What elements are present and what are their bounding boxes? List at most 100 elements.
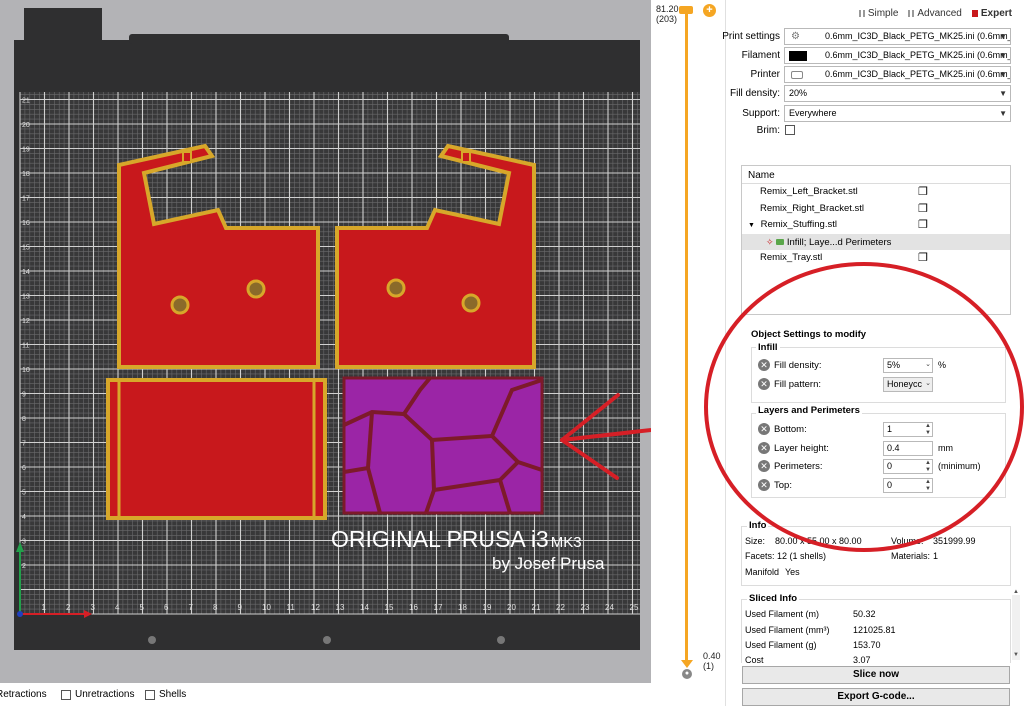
cube-settings-icon[interactable]: ❐	[918, 219, 930, 231]
sliced-value: 153.70	[853, 640, 881, 650]
chevron-down-icon: ▼	[999, 51, 1007, 60]
unretractions-checkbox[interactable]	[61, 689, 71, 700]
object-list[interactable]: Name Remix_Left_Bracket.stl ❐ Remix_Righ…	[741, 165, 1011, 315]
mode-simple[interactable]: Simple	[858, 8, 898, 19]
support-combo[interactable]: Everywhere ▼	[784, 105, 1011, 122]
bottom-layers-spinner[interactable]: 1 ▲ ▼	[883, 422, 933, 437]
x-tick-label: 17	[434, 603, 443, 612]
remove-setting-icon[interactable]: ✕	[758, 479, 770, 491]
legend-retractions[interactable]: Retractions	[0, 689, 47, 700]
brim-checkbox[interactable]	[785, 125, 795, 135]
fill-pattern-select[interactable]: Honeycc ⌄	[883, 377, 933, 392]
list-item[interactable]: Remix_Left_Bracket.stl ❐	[742, 184, 1010, 201]
spinner-arrows-icon[interactable]: ▲ ▼	[925, 423, 931, 436]
spinner-arrows-icon[interactable]: ▲ ▼	[925, 479, 931, 492]
slice-now-button[interactable]: Slice now	[742, 666, 1010, 684]
brim-row: Brim:	[726, 122, 1014, 139]
print-settings-combo[interactable]: ⚙ 0.6mm_IC3D_Black_PETG_MK25.ini (0.6mm_…	[784, 28, 1011, 45]
chevron-down-icon: ▼	[999, 32, 1007, 41]
fill-density-select[interactable]: 5% ⌄	[883, 358, 933, 373]
list-item[interactable]: ▼ Remix_Stuffing.stl ❐	[742, 217, 1010, 234]
chevron-down-icon: ▼	[999, 109, 1007, 118]
tray-part	[106, 378, 327, 520]
os-perimeters-row: ✕ Perimeters: 0 ▲ ▼ (minimum)	[758, 459, 1008, 475]
y-tick-label: 20	[22, 122, 30, 129]
printer-combo[interactable]: 0.6mm_IC3D_Black_PETG_MK25.ini (0.6mm_ ▼	[784, 66, 1011, 83]
x-tick-label: 25	[630, 603, 639, 612]
info-facets-value: 12 (1 shells)	[777, 551, 827, 561]
add-color-change-icon[interactable]: +	[703, 4, 716, 17]
os-bottom-row: ✕ Bottom: 1 ▲ ▼	[758, 422, 1008, 438]
filament-color-swatch	[789, 51, 807, 61]
print-settings-row: Print settings ⚙ 0.6mm_IC3D_Black_PETG_M…	[722, 28, 1014, 45]
x-tick-label: 6	[164, 603, 169, 612]
chevron-down-icon: ⌄	[925, 361, 931, 368]
info-materials-value: 1	[933, 551, 939, 561]
y-tick-label: 18	[22, 171, 30, 178]
legend-unretractions[interactable]: Unretractions	[61, 689, 134, 700]
x-tick-label: 24	[605, 603, 614, 612]
info-section: Info Size: 80.00 x 55.00 x 80.00 Volume:…	[741, 520, 1011, 586]
remove-setting-icon[interactable]: ✕	[758, 359, 770, 371]
export-gcode-button[interactable]: Export G-code...	[742, 688, 1010, 706]
x-tick-label: 15	[385, 603, 394, 612]
modifier-settings-icon: ✧	[766, 236, 774, 247]
y-tick-label: 13	[22, 294, 30, 301]
slider-bottom-handle[interactable]	[681, 660, 693, 668]
legend-bar: Retractions Unretractions Shells	[0, 683, 740, 706]
infill-group	[751, 347, 1006, 403]
cube-settings-icon[interactable]: ❐	[918, 186, 930, 198]
3d-viewport[interactable]: ORIGINAL PRUSA i3 MK3 by Josef Prusa 1234…	[0, 0, 651, 683]
x-tick-label: 18	[458, 603, 467, 612]
info-size-value: 80.00 x 55.00 x 80.00	[775, 536, 862, 546]
brim-label: Brim:	[756, 125, 780, 136]
fill-density-combo[interactable]: 20% ▼	[784, 85, 1011, 102]
remove-setting-icon[interactable]: ✕	[758, 378, 770, 390]
perimeters-spinner[interactable]: 0 ▲ ▼	[883, 459, 933, 474]
mode-advanced[interactable]: Advanced	[908, 8, 962, 19]
top-layers-spinner[interactable]: 0 ▲ ▼	[883, 478, 933, 493]
chevron-down-icon: ▼	[999, 70, 1007, 79]
remove-setting-icon[interactable]: ✕	[758, 460, 770, 472]
y-tick-label: 15	[22, 245, 30, 252]
slider-top-handle[interactable]	[679, 6, 693, 14]
spinner-arrows-icon[interactable]: ▲ ▼	[925, 460, 931, 473]
layer-slider[interactable]: 81.20 (203) + 0.40 (1) ●	[651, 0, 725, 683]
fill-density-label: Fill density:	[729, 88, 780, 99]
shells-checkbox[interactable]	[145, 689, 155, 700]
filament-label: Filament	[741, 50, 780, 61]
cube-settings-icon[interactable]: ❐	[918, 203, 930, 215]
chevron-down-icon: ⌄	[925, 380, 931, 387]
layer-bottom-height: 0.40	[703, 651, 721, 661]
legend-shells-label: Shells	[159, 689, 187, 700]
legend-unretractions-label: Unretractions	[75, 689, 135, 700]
legend-shells[interactable]: Shells	[145, 689, 186, 700]
filament-row: Filament 0.6mm_IC3D_Black_PETG_MK25.ini …	[726, 47, 1014, 64]
x-tick-label: 21	[532, 603, 541, 612]
scroll-up-icon[interactable]: ▲	[1013, 589, 1019, 595]
list-item[interactable]: Remix_Tray.stl ❐	[742, 250, 1010, 267]
scroll-down-icon[interactable]: ▼	[1013, 652, 1019, 658]
lock-icon[interactable]: ●	[682, 669, 692, 679]
os-fill-density-row: ✕ Fill density: 5% ⌄ %	[758, 358, 1008, 374]
list-item[interactable]: Remix_Right_Bracket.stl ❐	[742, 201, 1010, 218]
printer-label: Printer	[750, 69, 780, 80]
layers-icon	[776, 238, 785, 245]
layer-height-input[interactable]: 0.4	[883, 441, 933, 456]
x-tick-label: 1	[42, 603, 47, 612]
slider-track[interactable]	[685, 12, 688, 664]
sidebar-scrollbar[interactable]	[1012, 595, 1020, 660]
remove-setting-icon[interactable]: ✕	[758, 442, 770, 454]
object-list-header: Name	[742, 166, 1010, 184]
x-tick-label: 11	[287, 603, 296, 612]
support-label: Support:	[742, 108, 780, 119]
remove-setting-icon[interactable]: ✕	[758, 423, 770, 435]
y-tick-label: 17	[22, 196, 30, 203]
list-item-modifier[interactable]: ✧ Infill; Laye...d Perimeters	[742, 233, 1010, 250]
sliced-value: 121025.81	[853, 625, 896, 635]
cube-settings-icon[interactable]: ❐	[918, 252, 930, 264]
mode-expert[interactable]: Expert	[971, 8, 1012, 19]
expand-arrow-icon[interactable]: ▼	[748, 222, 755, 229]
fill-density-row: Fill density: 20% ▼	[726, 85, 1014, 102]
filament-combo[interactable]: 0.6mm_IC3D_Black_PETG_MK25.ini (0.6mm_ ▼	[784, 47, 1011, 64]
